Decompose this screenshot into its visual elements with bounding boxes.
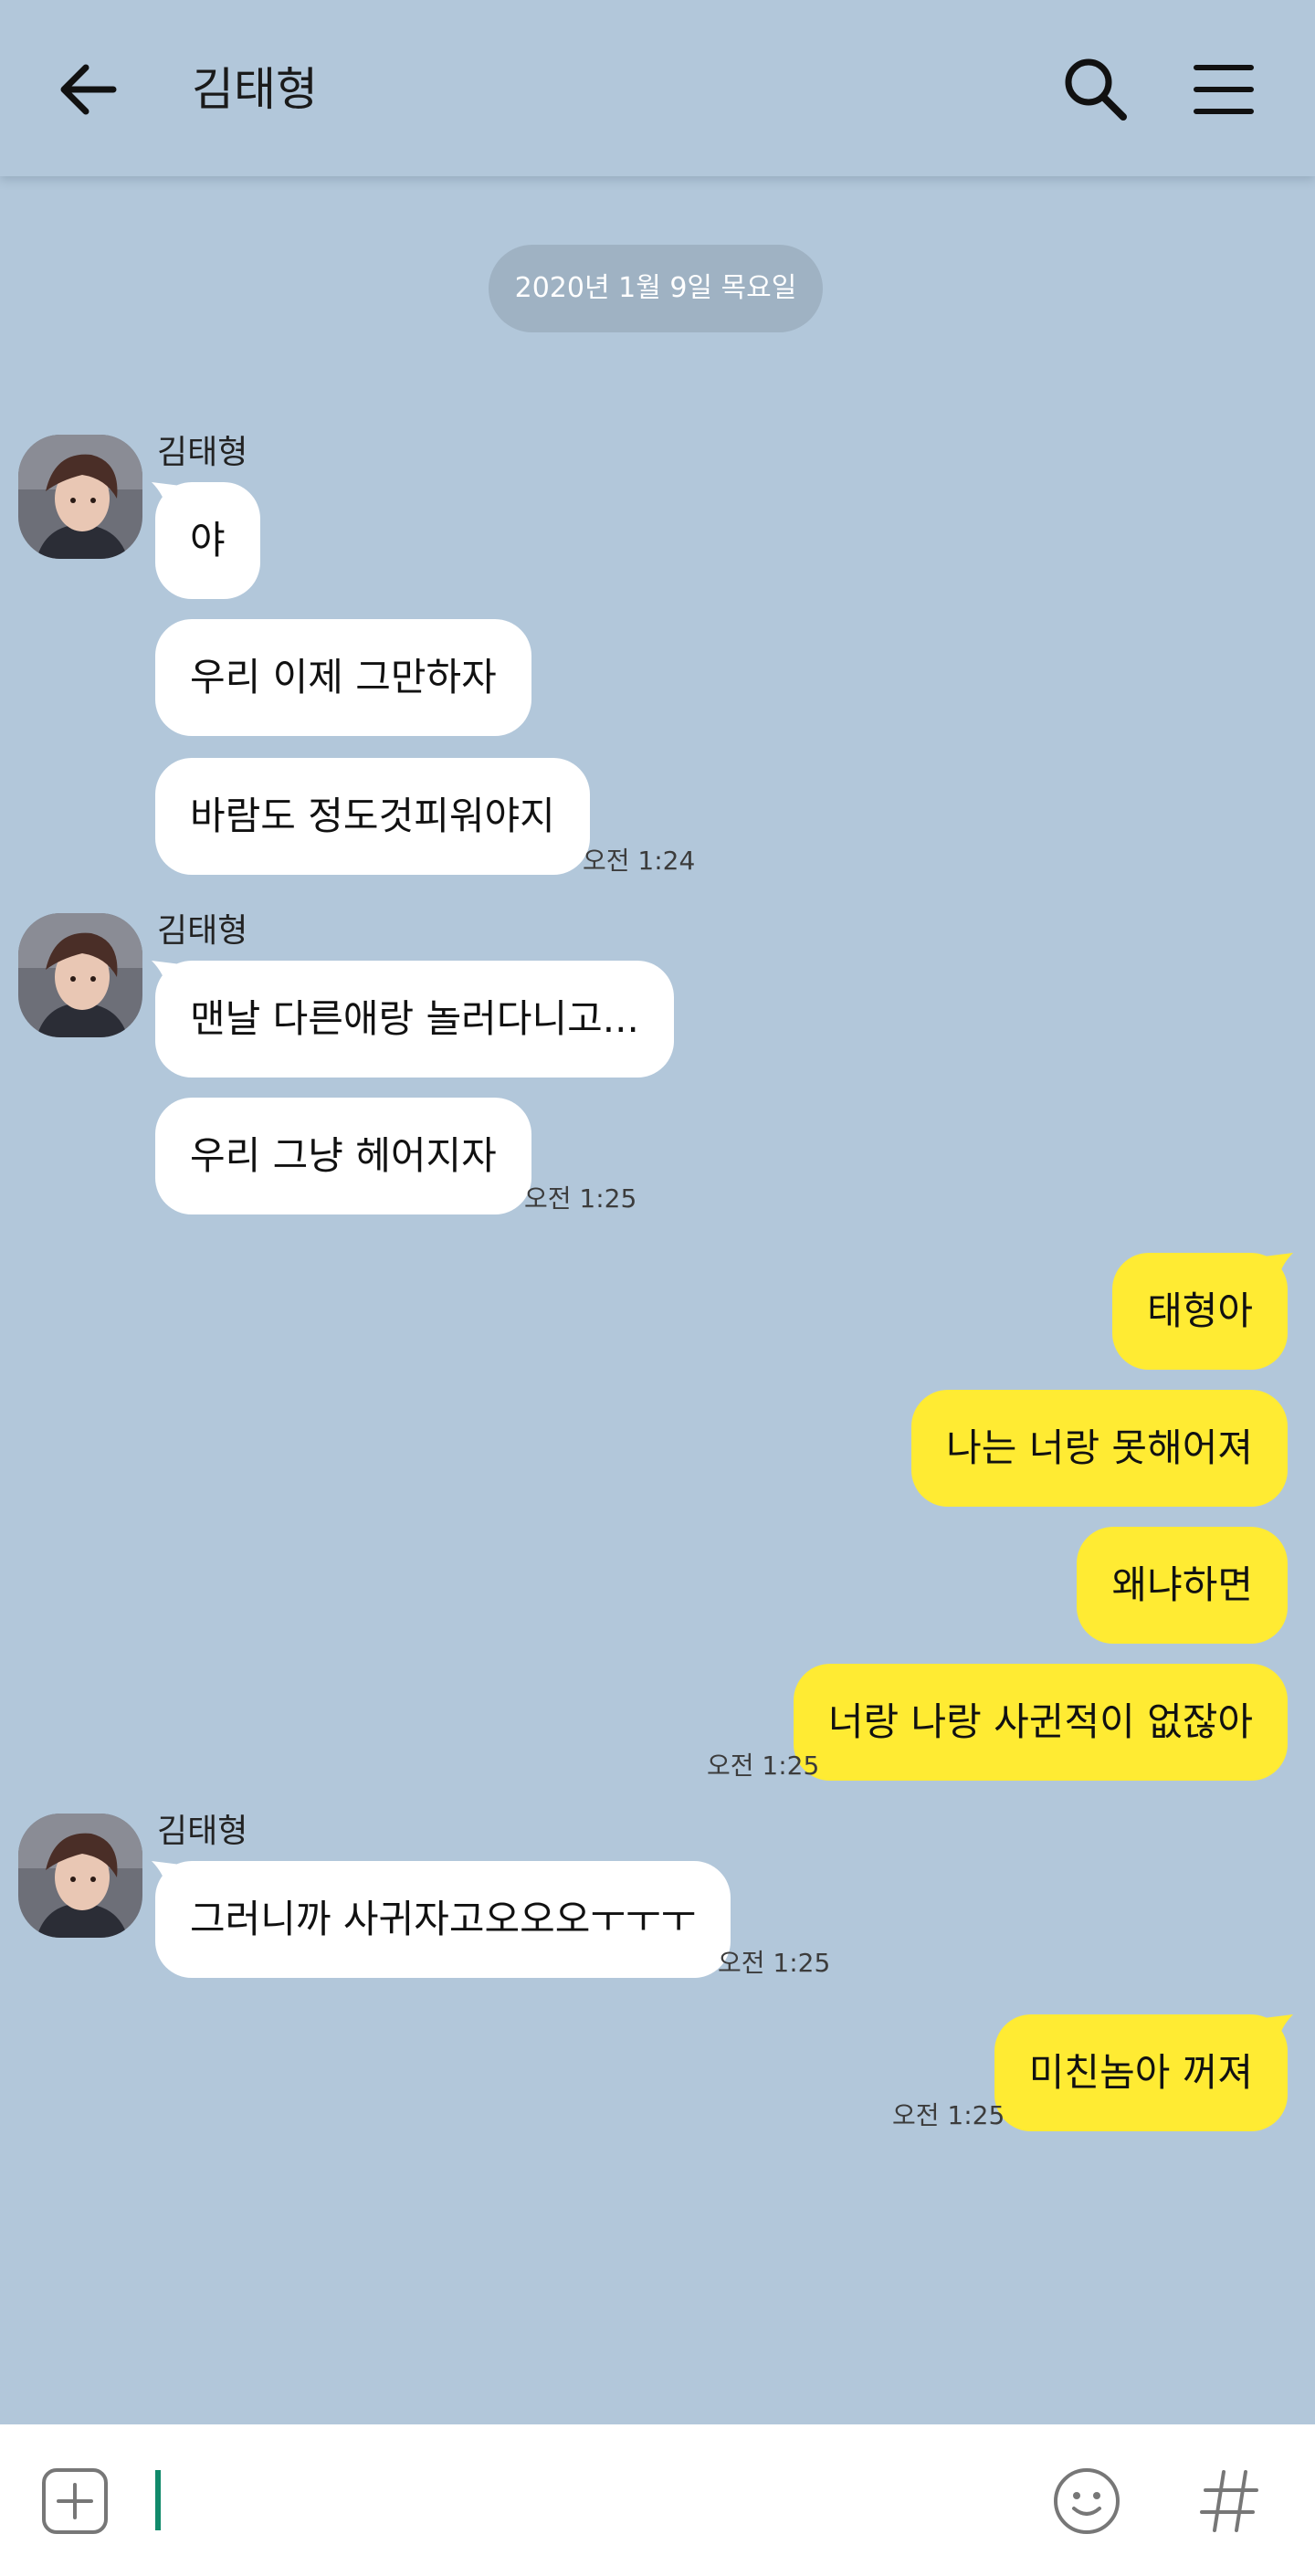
message-time: 오전 1:25 xyxy=(892,2100,1005,2130)
message-bubble[interactable]: 나는 너랑 못해어져 xyxy=(911,1390,1288,1507)
message-time: 오전 1:24 xyxy=(583,846,696,876)
sender-name: 김태형 xyxy=(157,912,248,950)
message-input-bar xyxy=(0,2424,1315,2576)
message-time: 오전 1:25 xyxy=(524,1183,637,1214)
message-bubble[interactable]: 너랑 나랑 사귄적이 없잖아 xyxy=(793,1664,1288,1781)
message-bubble[interactable]: 맨날 다른애랑 놀러다니고... xyxy=(155,961,674,1078)
message-bubble[interactable]: 태형아 xyxy=(1112,1253,1288,1370)
message-bubble[interactable]: 우리 그냥 헤어지자 xyxy=(155,1098,531,1214)
message-bubble[interactable]: 바람도 정도것피워야지 xyxy=(155,758,590,875)
chat-header: 김태형 xyxy=(0,0,1315,176)
message-bubble[interactable]: 왜냐하면 xyxy=(1077,1527,1288,1644)
message-time: 오전 1:25 xyxy=(718,1948,831,1978)
sender-name: 김태형 xyxy=(157,434,248,471)
avatar[interactable] xyxy=(18,435,142,559)
avatar[interactable] xyxy=(18,913,142,1037)
hash-icon[interactable] xyxy=(1198,2465,1262,2538)
text-input-cursor[interactable] xyxy=(155,2470,161,2530)
search-icon[interactable] xyxy=(1059,53,1132,126)
message-time: 오전 1:25 xyxy=(707,1751,820,1781)
message-bubble[interactable]: 우리 이제 그만하자 xyxy=(155,619,531,736)
menu-icon[interactable] xyxy=(1187,53,1260,126)
avatar[interactable] xyxy=(18,1814,142,1938)
back-arrow-icon[interactable] xyxy=(55,57,128,122)
message-bubble[interactable]: 미친놈아 꺼져 xyxy=(994,2014,1288,2131)
plus-icon[interactable] xyxy=(40,2466,110,2536)
emoji-icon[interactable] xyxy=(1050,2465,1123,2538)
sender-name: 김태형 xyxy=(157,1813,248,1850)
message-bubble[interactable]: 그러니까 사귀자고오오오ㅜㅜㅜ xyxy=(155,1861,731,1978)
chat-title: 김태형 xyxy=(192,63,318,116)
message-bubble[interactable]: 야 xyxy=(155,482,260,599)
date-divider: 2020년 1월 9일 목요일 xyxy=(489,245,823,332)
